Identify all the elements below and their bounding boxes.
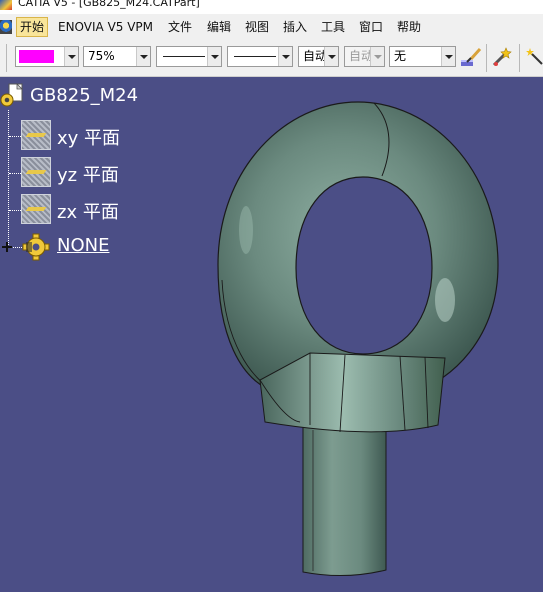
line-type-combo[interactable] xyxy=(227,46,293,67)
menu-tools[interactable]: 工具 xyxy=(318,18,348,36)
menu-bar: 开始 ENOVIA V5 VPM 文件 编辑 视图 插入 工具 窗口 帮助 xyxy=(0,14,543,40)
part-document-icon[interactable] xyxy=(0,83,26,111)
menu-insert[interactable]: 插入 xyxy=(280,18,310,36)
chevron-down-icon[interactable] xyxy=(370,47,384,66)
menu-file[interactable]: 文件 xyxy=(165,18,195,36)
wand-icon[interactable] xyxy=(490,46,514,68)
specification-tree: GB825_M24 xy 平面 yz 平面 zx 平面 NONE xyxy=(0,80,200,280)
body-gear-icon[interactable] xyxy=(21,233,51,261)
graphic-properties-toolbar: 75% 自动 自动 无 xyxy=(0,40,543,77)
line-type-sample xyxy=(234,56,276,57)
menu-window[interactable]: 窗口 xyxy=(356,18,386,36)
transparency-combo[interactable]: 75% xyxy=(83,46,151,67)
title-bar: CATIA V5 - [GB825_M24.CATPart] xyxy=(0,0,543,14)
line-width-sample xyxy=(163,56,205,57)
tree-connector xyxy=(8,110,9,247)
tree-root-label[interactable]: GB825_M24 xyxy=(30,85,138,106)
eyebolt-collar xyxy=(259,352,446,433)
expand-icon[interactable] xyxy=(0,240,14,254)
menu-edit[interactable]: 编辑 xyxy=(204,18,234,36)
menu-help[interactable]: 帮助 xyxy=(394,18,424,36)
chevron-down-icon[interactable] xyxy=(64,47,78,66)
tree-connector xyxy=(9,136,21,137)
color-combo[interactable] xyxy=(15,46,79,67)
toolbar-separator xyxy=(486,44,487,72)
tree-item-zx-plane[interactable]: zx 平面 xyxy=(57,198,119,224)
paintbrush-icon[interactable] xyxy=(459,46,483,68)
transparency-value: 75% xyxy=(88,49,115,63)
plane-icon[interactable] xyxy=(21,194,51,224)
toolbar-separator xyxy=(519,44,520,72)
menu-view[interactable]: 视图 xyxy=(242,18,272,36)
tree-item-body[interactable]: NONE xyxy=(57,235,109,256)
plane-icon[interactable] xyxy=(21,157,51,187)
3d-viewport[interactable] xyxy=(200,80,543,592)
menu-start[interactable]: 开始 xyxy=(16,17,49,37)
chevron-down-icon[interactable] xyxy=(324,47,338,66)
eyebolt-shaft xyxy=(302,424,387,577)
layer-combo[interactable]: 无 xyxy=(389,46,456,67)
layer-value: 无 xyxy=(394,49,407,63)
line-width-combo[interactable] xyxy=(156,46,222,67)
menu-enovia[interactable]: ENOVIA V5 VPM xyxy=(55,18,156,36)
tree-item-yz-plane[interactable]: yz 平面 xyxy=(57,161,119,187)
toolbar-handle[interactable] xyxy=(6,44,7,72)
chevron-down-icon[interactable] xyxy=(441,47,455,66)
properties-icon[interactable] xyxy=(524,46,543,68)
chevron-down-icon[interactable] xyxy=(207,47,221,66)
window-title: CATIA V5 - [GB825_M24.CATPart] xyxy=(18,0,200,9)
color-swatch xyxy=(19,50,54,63)
tree-connector xyxy=(9,210,21,211)
rendering-style-combo[interactable]: 自动 xyxy=(344,46,385,67)
tree-connector xyxy=(9,173,21,174)
point-symbol-combo[interactable]: 自动 xyxy=(298,46,339,67)
chevron-down-icon[interactable] xyxy=(278,47,292,66)
tree-item-xy-plane[interactable]: xy 平面 xyxy=(57,124,120,150)
catia-app-icon xyxy=(0,0,12,10)
eyebolt-ring xyxy=(217,101,499,393)
chevron-down-icon[interactable] xyxy=(136,47,150,66)
plane-icon[interactable] xyxy=(21,120,51,150)
catia-compass-icon[interactable] xyxy=(0,20,12,34)
